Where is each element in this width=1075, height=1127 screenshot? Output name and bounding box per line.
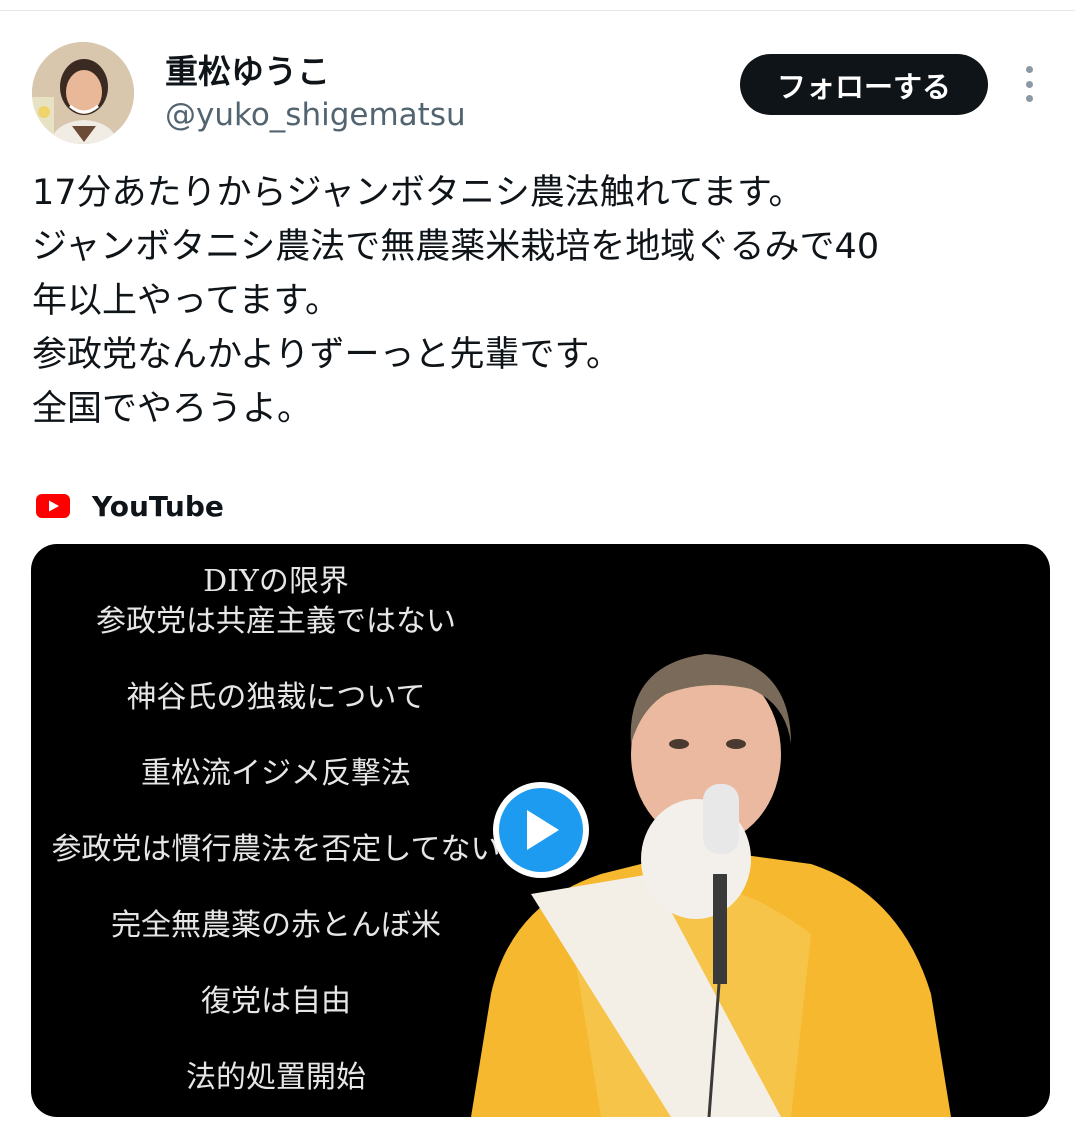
video-topic: 参政党は共産主義ではない	[96, 604, 456, 639]
tweet-line: 参政党なんかよりずーっと先輩です。	[32, 335, 622, 375]
video-topic: 完全無農薬の赤とんぼ米	[111, 908, 441, 943]
tweet-line: 年以上やってます。	[32, 281, 341, 321]
author-handle[interactable]: @yuko_shigematsu	[165, 95, 466, 135]
play-triangle	[527, 810, 559, 850]
video-card[interactable]: DIYの限界 参政党は共産主義ではない 神谷氏の独裁について 重松流イジメ反撃法…	[31, 544, 1050, 1117]
video-topic: DIYの限界	[203, 564, 349, 599]
play-button[interactable]	[493, 782, 589, 878]
tweet-line: 17分あたりからジャンボタニシ農法触れてます。	[32, 173, 804, 213]
profile-photo	[32, 42, 134, 144]
tweet-line: 全国でやろうよ。	[32, 389, 313, 429]
follow-button[interactable]: フォローする	[740, 54, 988, 115]
author-display-name[interactable]: 重松ゆうこ	[165, 50, 330, 94]
more-vertical-icon[interactable]	[1010, 62, 1048, 106]
author-avatar[interactable]	[32, 42, 134, 144]
video-topic: 法的処置開始	[186, 1060, 366, 1095]
more-dot	[1025, 80, 1033, 88]
play-icon	[499, 788, 583, 872]
card-source[interactable]: YouTube	[36, 486, 224, 526]
top-divider	[0, 10, 1075, 11]
source-label: YouTube	[92, 489, 224, 523]
more-dot	[1025, 95, 1033, 102]
video-topic: 重松流イジメ反撃法	[141, 756, 411, 791]
tweet-text: 17分あたりからジャンボタニシ農法触れてます。 ジャンボタニシ農法で無農薬米栽培…	[32, 166, 1042, 436]
more-dot	[1025, 66, 1033, 73]
youtube-icon	[36, 494, 70, 518]
video-topic: 復党は自由	[201, 984, 351, 1019]
video-topic: 参政党は慣行農法を否定してない	[51, 832, 501, 867]
tweet-line: ジャンボタニシ農法で無農薬米栽培を地域ぐるみで40	[32, 227, 880, 267]
video-topic: 神谷氏の独裁について	[126, 680, 426, 715]
